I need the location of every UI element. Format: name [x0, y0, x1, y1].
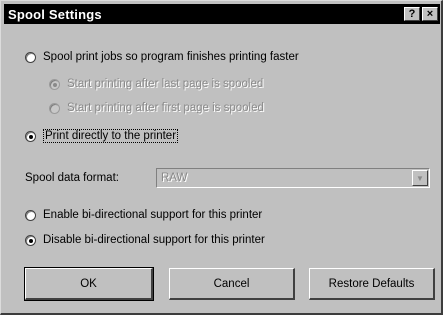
enable-bidirectional-label: Enable bi-directional support for this p… [43, 209, 263, 221]
radio-selected-dot [53, 82, 57, 87]
disable-bidirectional-label: Disable bi-directional support for this … [43, 234, 265, 246]
print-direct-option[interactable]: Print directly to the printer [25, 129, 179, 143]
print-direct-radio[interactable] [25, 130, 36, 142]
radio-selected-dot [29, 134, 33, 139]
start-after-last-page-label: Start printing after last page is spoole… [67, 78, 264, 90]
start-after-first-page-option[interactable]: Start printing after first page is spool… [49, 102, 264, 114]
enable-bidirectional-radio[interactable] [25, 209, 36, 221]
window-title: Spool Settings [8, 6, 102, 22]
help-icon[interactable]: ? [404, 7, 420, 21]
spool-jobs-radio[interactable] [25, 51, 36, 63]
start-after-last-page-radio[interactable] [49, 78, 60, 90]
disable-bidirectional-option[interactable]: Disable bi-directional support for this … [25, 234, 265, 246]
cancel-button[interactable]: Cancel [169, 268, 295, 300]
start-after-first-page-label: Start printing after first page is spool… [67, 102, 264, 114]
ok-button[interactable]: OK [24, 267, 154, 301]
start-after-first-page-radio[interactable] [49, 102, 60, 114]
restore-defaults-button[interactable]: Restore Defaults [309, 268, 435, 300]
spool-jobs-option[interactable]: Spool print jobs so program finishes pri… [25, 51, 299, 63]
spool-jobs-label: Spool print jobs so program finishes pri… [43, 51, 299, 63]
chevron-down-icon[interactable]: ▼ [412, 170, 428, 186]
start-after-last-page-option[interactable]: Start printing after last page is spoole… [49, 78, 263, 90]
close-icon[interactable]: × [422, 7, 438, 21]
spool-settings-dialog: Spool Settings ? × Spool print jobs so p… [0, 0, 443, 315]
radio-selected-dot [29, 238, 33, 243]
spool-format-select[interactable]: RAW ▼ [156, 168, 430, 188]
disable-bidirectional-radio[interactable] [25, 234, 36, 246]
enable-bidirectional-option[interactable]: Enable bi-directional support for this p… [25, 209, 262, 221]
spool-format-label: Spool data format: [25, 172, 119, 184]
spool-format-value: RAW [161, 172, 188, 184]
title-bar[interactable]: Spool Settings ? × [4, 4, 440, 24]
print-direct-label: Print directly to the printer [43, 129, 179, 143]
